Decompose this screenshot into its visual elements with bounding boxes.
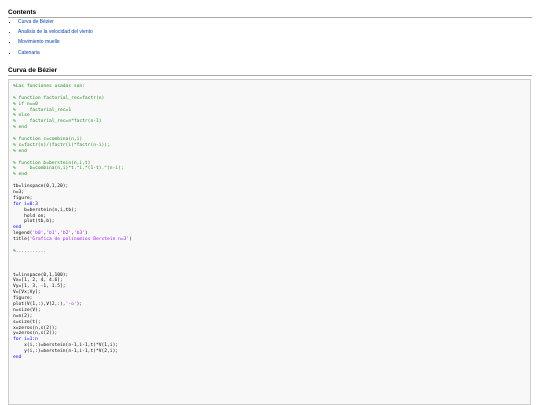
table-of-contents: Curva de Bézier Analisis de la velocidad… bbox=[8, 17, 93, 58]
page: Contents Curva de Bézier Analisis de la … bbox=[0, 0, 540, 405]
code-listing: %Las funciones usadas son: % function fa… bbox=[13, 84, 132, 361]
code-block: %Las funciones usadas son: % function fa… bbox=[8, 79, 531, 405]
toc-link-viento[interactable]: Analisis de la velocidad del viento bbox=[18, 29, 93, 35]
code-line: end bbox=[13, 354, 22, 360]
code-line: y(i,:)=berstein(n-1,i-1,t)*V(2,i); bbox=[13, 349, 119, 355]
toc-link-muelle[interactable]: Movimiento muelle bbox=[18, 39, 60, 45]
toc-item: Catenaria bbox=[18, 48, 93, 58]
toc-item: Analisis de la velocidad del viento bbox=[18, 27, 93, 37]
toc-item: Curva de Bézier bbox=[18, 17, 93, 27]
contents-heading: Contents bbox=[8, 9, 37, 16]
section-divider bbox=[8, 75, 532, 76]
toc-link-bezier[interactable]: Curva de Bézier bbox=[18, 19, 54, 25]
code-line: % b=combina(n,i)*t.^i.*(1-t).^(n-i); bbox=[13, 166, 124, 172]
toc-item: Movimiento muelle bbox=[18, 37, 93, 47]
section-heading: Curva de Bézier bbox=[8, 67, 58, 74]
toc-link-catenaria[interactable]: Catenaria bbox=[18, 50, 40, 56]
code-line: title('Grafica de polinomios Berstein n=… bbox=[13, 237, 132, 243]
